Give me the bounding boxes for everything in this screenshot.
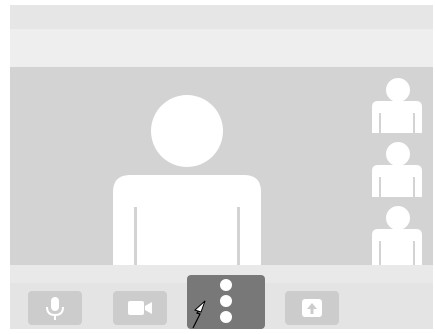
thumbnail-participant-1-icon[interactable]	[372, 78, 422, 133]
mute-button[interactable]	[28, 291, 82, 325]
video-stage	[10, 67, 433, 265]
more-options-icon	[220, 279, 232, 323]
microphone-icon	[46, 297, 64, 320]
call-control-bar	[10, 275, 433, 329]
header-bar	[10, 29, 433, 67]
more-options-button[interactable]	[187, 275, 265, 329]
thumbnail-participant-3-icon[interactable]	[372, 206, 422, 265]
video-call-window	[10, 5, 433, 329]
main-participant-avatar-icon	[113, 95, 261, 265]
participants-layer	[113, 78, 422, 265]
camera-button[interactable]	[113, 291, 167, 325]
video-camera-icon	[128, 301, 152, 315]
share-screen-button[interactable]	[285, 291, 339, 325]
top-bar	[10, 5, 433, 29]
share-screen-icon	[302, 299, 322, 317]
thumbnail-participant-2-icon[interactable]	[372, 142, 422, 197]
